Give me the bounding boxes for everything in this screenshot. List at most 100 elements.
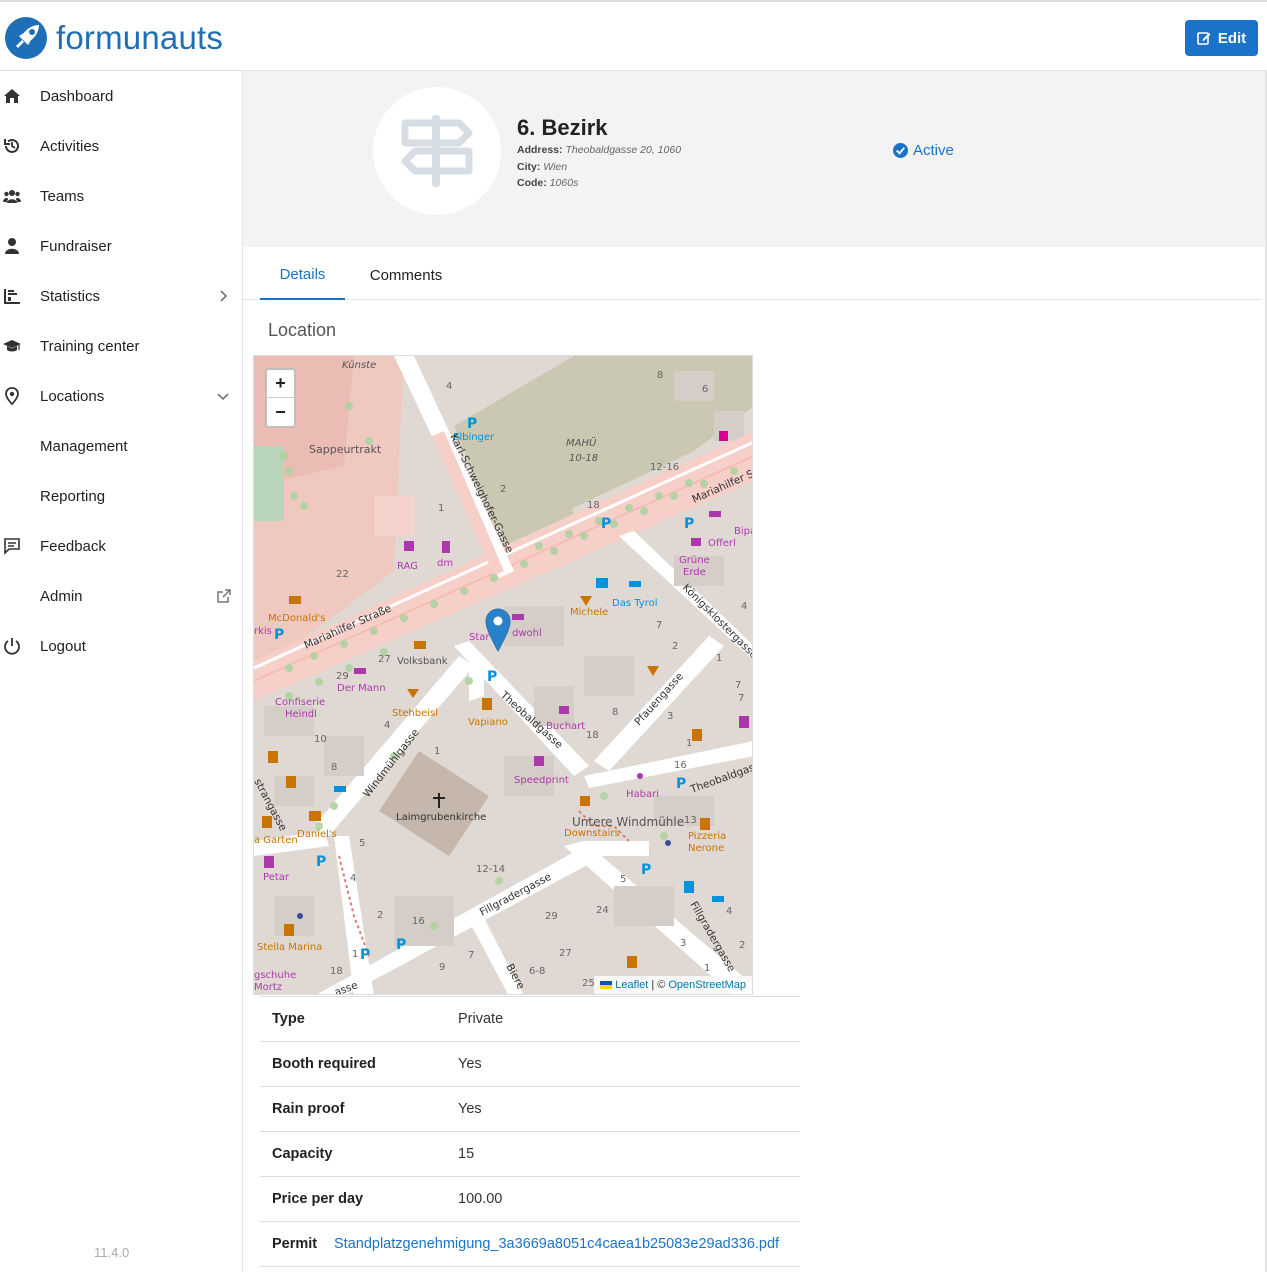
- permit-file-link[interactable]: Standplatzgenehmigung_3a3669a8051c4caea1…: [334, 1236, 779, 1252]
- table-row: Price per day 100.00: [260, 1177, 800, 1222]
- history-icon: [4, 138, 19, 153]
- city-line: City: Wien: [517, 161, 567, 173]
- section-title: Location: [268, 320, 337, 340]
- status-text: Active: [913, 142, 954, 159]
- sidebar-item-label: Teams: [40, 187, 85, 205]
- svg-text:18: 18: [330, 966, 343, 977]
- details-table: Type Private Booth required Yes Rain pro…: [260, 996, 800, 1267]
- svg-text:P: P: [684, 516, 694, 532]
- svg-text:10-18: 10-18: [569, 453, 598, 464]
- table-row-permit: Permit Standplatzgenehmigung_3a3669a8051…: [260, 1222, 800, 1267]
- svg-text:7: 7: [738, 693, 744, 704]
- svg-text:Michele: Michele: [570, 607, 608, 618]
- svg-text:25: 25: [582, 978, 595, 989]
- logo[interactable]: formunauts: [4, 16, 223, 60]
- row-value: Yes: [458, 1101, 482, 1117]
- tab-comments[interactable]: Comments: [355, 250, 457, 300]
- svg-text:McDonald's: McDonald's: [268, 613, 326, 624]
- sidebar-item-label: Logout: [40, 637, 86, 655]
- zoom-out-button[interactable]: −: [267, 398, 294, 426]
- tab-bar: Details Comments: [243, 250, 1261, 300]
- ukraine-flag-icon: [600, 981, 613, 989]
- svg-text:gschuhe: gschuhe: [254, 970, 296, 981]
- sidebar-item-fundraiser[interactable]: Fundraiser: [0, 221, 242, 271]
- svg-text:7: 7: [656, 620, 662, 631]
- svg-text:P: P: [641, 862, 651, 878]
- svg-text:Petar: Petar: [263, 872, 290, 883]
- address-line: Address: Theobaldgasse 20, 1060: [517, 144, 681, 156]
- svg-text:Speedprint: Speedprint: [514, 775, 569, 786]
- svg-text:12-14: 12-14: [476, 864, 505, 875]
- sidebar-item-label: Statistics: [40, 287, 101, 305]
- code-line: Code: 1060s: [517, 177, 578, 189]
- home-icon: [4, 89, 20, 103]
- sidebar-item-label: Locations: [40, 387, 105, 405]
- svg-text:Confiserie: Confiserie: [275, 697, 325, 708]
- table-row: Rain proof Yes: [260, 1087, 800, 1132]
- sidebar-item-activities[interactable]: Activities: [0, 121, 242, 171]
- location-name: 6. Bezirk: [517, 115, 608, 140]
- sidebar-item-reporting[interactable]: Reporting: [0, 471, 242, 521]
- sidebar-item-admin[interactable]: Admin: [0, 571, 242, 621]
- location-map[interactable]: PPP PPP PPPP Künste Sappeurtrakt Elbinge…: [253, 355, 753, 995]
- city-label: City:: [517, 161, 541, 173]
- edit-button-label: Edit: [1217, 29, 1247, 47]
- openstreetmap-link[interactable]: OpenStreetMap: [668, 979, 746, 991]
- sidebar-item-locations[interactable]: Locations: [0, 371, 242, 421]
- svg-text:16: 16: [674, 760, 687, 771]
- location-header: 6. Bezirk Address: Theobaldgasse 20, 106…: [243, 71, 1267, 247]
- city-value: Wien: [543, 161, 568, 173]
- svg-text:1: 1: [716, 653, 722, 664]
- signpost-icon: [401, 115, 473, 187]
- svg-text:2: 2: [672, 641, 678, 652]
- table-row: Capacity 15: [260, 1132, 800, 1177]
- zoom-in-button[interactable]: +: [267, 370, 294, 398]
- sidebar-item-statistics[interactable]: Statistics: [0, 271, 242, 321]
- svg-text:13: 13: [684, 815, 697, 826]
- rocket-logo-icon: [5, 17, 47, 59]
- table-row: Type Private: [260, 997, 800, 1042]
- check-circle-icon: [893, 143, 908, 158]
- svg-text:Daniel's: Daniel's: [297, 829, 337, 840]
- svg-text:Stehbeisl: Stehbeisl: [392, 708, 438, 719]
- chart-icon: [4, 289, 20, 304]
- svg-text:27: 27: [378, 654, 391, 665]
- users-icon: [3, 190, 21, 203]
- svg-text:Downstairs: Downstairs: [564, 828, 620, 839]
- address-label: Address:: [517, 144, 563, 156]
- edit-button[interactable]: Edit: [1185, 20, 1258, 56]
- svg-text:P: P: [601, 516, 611, 532]
- sidebar-item-label: Dashboard: [40, 87, 114, 105]
- svg-text:1: 1: [686, 738, 692, 749]
- leaflet-link[interactable]: Leaflet: [615, 979, 648, 991]
- top-bar: formunauts Edit: [0, 0, 1267, 71]
- svg-text:22: 22: [336, 569, 349, 580]
- svg-text:P: P: [360, 947, 370, 963]
- brand-name: formunauts: [56, 19, 224, 56]
- row-label: Price per day: [272, 1191, 364, 1207]
- address-value: Theobaldgasse 20, 1060: [565, 144, 682, 156]
- graduation-cap-icon: [3, 340, 21, 352]
- svg-text:29: 29: [336, 671, 349, 682]
- sidebar-item-teams[interactable]: Teams: [0, 171, 242, 221]
- svg-text:7: 7: [735, 680, 741, 691]
- svg-text:4: 4: [384, 720, 390, 731]
- svg-text:27: 27: [559, 948, 572, 959]
- svg-text:Sappeurtrakt: Sappeurtrakt: [309, 443, 382, 456]
- zoom-control: + −: [265, 368, 296, 428]
- tab-details[interactable]: Details: [260, 250, 345, 300]
- chevron-right-icon: [220, 290, 228, 302]
- sidebar-item-training-center[interactable]: Training center: [0, 321, 242, 371]
- sidebar-item-management[interactable]: Management: [0, 421, 242, 471]
- sidebar-item-feedback[interactable]: Feedback: [0, 521, 242, 571]
- sidebar-item-dashboard[interactable]: Dashboard: [0, 71, 242, 121]
- svg-text:16: 16: [412, 916, 425, 927]
- svg-text:4: 4: [446, 381, 452, 392]
- sidebar-item-logout[interactable]: Logout: [0, 621, 242, 671]
- svg-text:1: 1: [438, 503, 444, 514]
- svg-text:P: P: [274, 627, 284, 643]
- chevron-down-icon: [217, 393, 229, 401]
- attribution-separator: | ©: [651, 979, 666, 991]
- sidebar-item-label: Feedback: [40, 537, 106, 555]
- svg-text:Grüne: Grüne: [679, 555, 710, 566]
